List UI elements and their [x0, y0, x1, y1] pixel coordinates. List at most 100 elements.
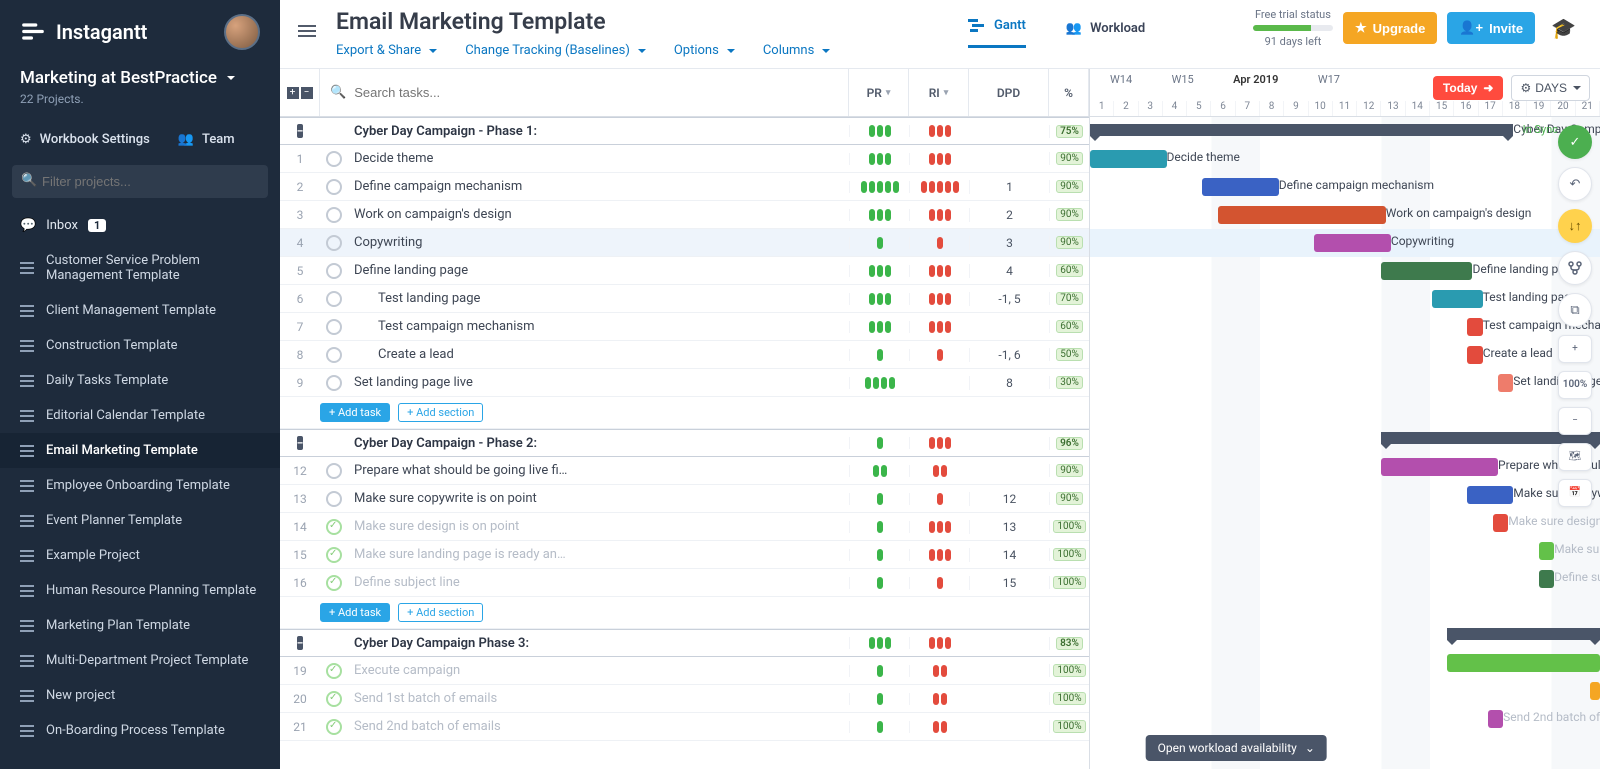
collapse-controls[interactable]: + −	[280, 69, 320, 116]
task-bar[interactable]	[1467, 346, 1482, 364]
change-tracking-menu[interactable]: Change Tracking (Baselines)	[465, 43, 646, 58]
tab-gantt[interactable]: Gantt	[968, 8, 1026, 48]
task-bar[interactable]	[1090, 150, 1167, 168]
complete-toggle[interactable]	[326, 347, 342, 363]
team-link[interactable]: 👥 Team	[178, 132, 235, 147]
complete-toggle[interactable]	[326, 663, 342, 679]
col-ri[interactable]: RI▾	[909, 69, 969, 116]
complete-toggle[interactable]	[326, 179, 342, 195]
sidebar-item-project[interactable]: Multi-Department Project Template	[0, 643, 280, 678]
task-bar[interactable]	[1590, 682, 1600, 700]
task-bar[interactable]	[1381, 458, 1498, 476]
task-row[interactable]: 15Make sure landing page is ready an…141…	[280, 541, 1089, 569]
add-section-button[interactable]: + Add section	[398, 403, 483, 422]
complete-toggle[interactable]	[326, 575, 342, 591]
task-row[interactable]: 5Define landing page460%	[280, 257, 1089, 285]
task-bar[interactable]	[1381, 262, 1473, 280]
complete-toggle[interactable]	[326, 547, 342, 563]
add-task-button[interactable]: + Add task	[320, 403, 390, 422]
add-task-button[interactable]: + Add task	[320, 603, 390, 622]
complete-toggle[interactable]	[326, 319, 342, 335]
complete-toggle[interactable]	[326, 207, 342, 223]
workbook-settings-link[interactable]: ⚙ Workbook Settings	[20, 132, 150, 147]
task-bar[interactable]	[1467, 486, 1513, 504]
task-row[interactable]: 20Send 1st batch of emails100%	[280, 685, 1089, 713]
invite-button[interactable]: 👤+Invite	[1447, 12, 1535, 44]
complete-toggle[interactable]	[326, 691, 342, 707]
options-menu[interactable]: Options	[674, 43, 735, 58]
collapse-icon[interactable]: −	[297, 436, 304, 450]
task-bar[interactable]	[1447, 654, 1600, 672]
workspace-switcher[interactable]: Marketing at BestPractice	[20, 68, 260, 88]
complete-toggle[interactable]	[326, 151, 342, 167]
task-row[interactable]: 9Set landing page live830%	[280, 369, 1089, 397]
summary-bar[interactable]	[1447, 628, 1600, 640]
sidebar-item-project[interactable]: Employee Onboarding Template	[0, 468, 280, 503]
section-row[interactable]: −Cyber Day Campaign Phase 3:83%	[280, 629, 1089, 657]
sidebar-toggle[interactable]	[298, 8, 316, 40]
collapse-icon[interactable]: −	[297, 124, 304, 138]
task-row[interactable]: 21Send 2nd batch of emails100%	[280, 713, 1089, 741]
task-bar[interactable]	[1488, 710, 1503, 728]
filter-projects-input[interactable]	[12, 165, 268, 198]
task-bar[interactable]	[1218, 206, 1386, 224]
tab-workload[interactable]: 👥 Workload	[1066, 11, 1145, 48]
task-bar[interactable]	[1314, 234, 1391, 252]
sidebar-item-project[interactable]: Construction Template	[0, 328, 280, 363]
zoom-out-button[interactable]: −	[1558, 407, 1592, 435]
task-bar[interactable]	[1202, 178, 1279, 196]
task-row[interactable]: 4Copywriting390%	[280, 229, 1089, 257]
sort-button[interactable]: ↓↑	[1558, 209, 1592, 243]
complete-toggle[interactable]	[326, 491, 342, 507]
complete-toggle[interactable]	[326, 235, 342, 251]
col-pr[interactable]: PR▾	[849, 69, 909, 116]
collapse-icon[interactable]: −	[297, 636, 304, 650]
sidebar-item-project[interactable]: Client Management Template	[0, 293, 280, 328]
task-row[interactable]: 12Prepare what should be going live fi…9…	[280, 457, 1089, 485]
task-row[interactable]: 13Make sure copywrite is on point1290%	[280, 485, 1089, 513]
task-row[interactable]: 19Execute campaign100%	[280, 657, 1089, 685]
col-pct[interactable]: %	[1049, 69, 1089, 116]
sidebar-item-project[interactable]: Email Marketing Template	[0, 433, 280, 468]
help-icon[interactable]: 🎓	[1545, 10, 1582, 46]
undo-button[interactable]: ↶	[1558, 167, 1592, 201]
inbox-link[interactable]: 💬 Inbox 1	[0, 208, 280, 243]
minimap-button[interactable]: 🗺	[1558, 443, 1592, 471]
upgrade-button[interactable]: ★Upgrade	[1343, 12, 1437, 44]
task-row[interactable]: 16Define subject line15100%	[280, 569, 1089, 597]
sidebar-item-project[interactable]: Event Planner Template	[0, 503, 280, 538]
task-bar[interactable]	[1539, 570, 1554, 588]
section-row[interactable]: −Cyber Day Campaign - Phase 1:75%	[280, 117, 1089, 145]
task-row[interactable]: 14Make sure design is on point13100%	[280, 513, 1089, 541]
calendar-button[interactable]: 📅	[1558, 479, 1592, 507]
complete-toggle[interactable]	[326, 463, 342, 479]
sidebar-item-project[interactable]: Marketing Plan Template	[0, 608, 280, 643]
sidebar-item-project[interactable]: Daily Tasks Template	[0, 363, 280, 398]
add-section-button[interactable]: + Add section	[398, 603, 483, 622]
gantt-chart[interactable]: W14 W15 Apr 2019 W17 1234567891011121314…	[1090, 69, 1600, 769]
complete-toggle[interactable]	[326, 519, 342, 535]
task-bar[interactable]	[1539, 542, 1554, 560]
today-button[interactable]: Today➜	[1433, 76, 1504, 100]
collapse-all-icon[interactable]: −	[301, 87, 313, 99]
columns-menu[interactable]: Columns	[763, 43, 831, 58]
search-tasks-input[interactable]	[354, 85, 838, 100]
task-row[interactable]: 2Define campaign mechanism190%	[280, 173, 1089, 201]
task-row[interactable]: 3Work on campaign's design290%	[280, 201, 1089, 229]
open-workload-button[interactable]: Open workload availability ⌄	[1146, 735, 1327, 761]
export-menu[interactable]: Export & Share	[336, 43, 437, 58]
sync-ok-button[interactable]: ✓	[1558, 125, 1592, 159]
copy-button[interactable]: ⧉	[1558, 293, 1592, 327]
complete-toggle[interactable]	[326, 719, 342, 735]
task-bar[interactable]	[1493, 514, 1508, 532]
branch-button[interactable]	[1558, 251, 1592, 285]
sidebar-item-project[interactable]: Human Resource Planning Template	[0, 573, 280, 608]
task-row[interactable]: 1Decide theme90%	[280, 145, 1089, 173]
summary-bar[interactable]	[1090, 124, 1513, 136]
user-avatar[interactable]	[224, 14, 260, 50]
scale-button[interactable]: ⚙DAYS	[1511, 75, 1590, 101]
task-row[interactable]: 8Create a lead-1, 650%	[280, 341, 1089, 369]
task-bar[interactable]	[1467, 318, 1482, 336]
sidebar-item-project[interactable]: Customer Service Problem Management Temp…	[0, 243, 280, 293]
task-bar[interactable]	[1432, 290, 1483, 308]
